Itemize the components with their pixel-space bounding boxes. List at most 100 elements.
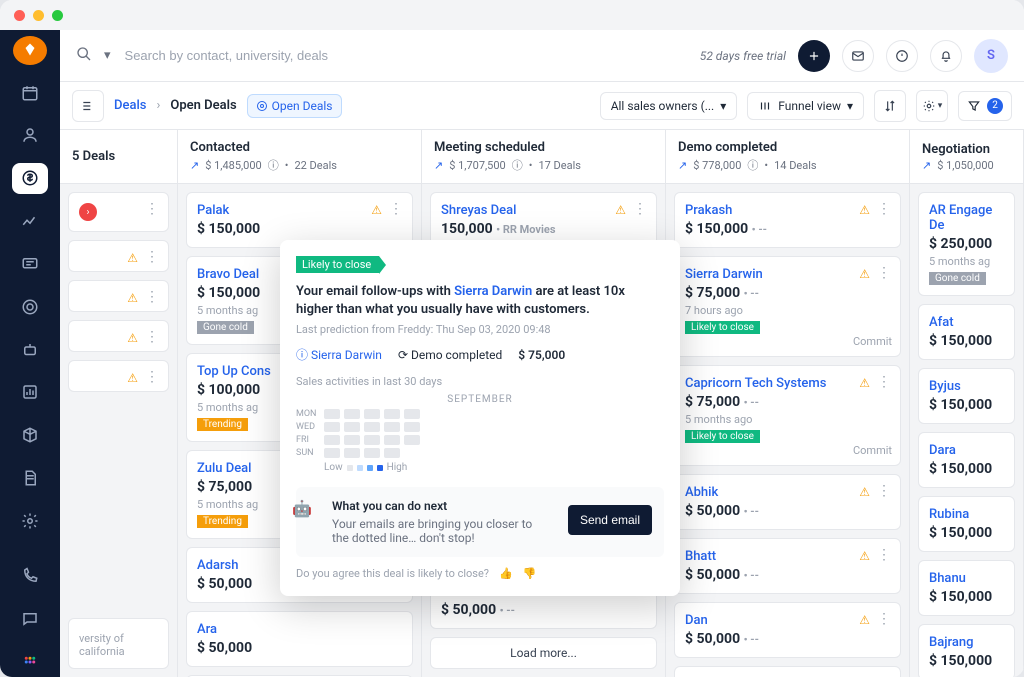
topbar: ▾ 52 days free trial S <box>60 30 1024 82</box>
breadcrumb-separator-icon: › <box>156 98 160 113</box>
send-email-button[interactable]: Send email <box>568 505 652 535</box>
warning-icon: ⚠ <box>127 371 138 385</box>
breadcrumb-deals[interactable]: Deals <box>114 98 146 113</box>
deal-card[interactable]: Ara$ 50,000 <box>186 611 413 667</box>
column-title: Demo completed <box>678 140 897 155</box>
status-tag: Likely to close <box>685 321 760 334</box>
nav-reports[interactable] <box>12 377 48 408</box>
nav-deals[interactable] <box>12 163 48 194</box>
nav-settings[interactable] <box>12 506 48 537</box>
alerts-button[interactable] <box>886 40 918 72</box>
next-text: Your emails are bringing you closer to t… <box>332 517 552 545</box>
window-titlebar <box>0 0 1024 30</box>
nav-phone[interactable] <box>12 560 48 591</box>
nav-messages[interactable] <box>12 603 48 634</box>
deal-card[interactable]: Prakash$ 150,000 • --⚠⋮ <box>674 192 901 248</box>
status-tag: Trending <box>197 418 248 431</box>
warning-icon: ⚠ <box>615 203 626 217</box>
load-more-button[interactable]: Load more... <box>430 637 657 669</box>
card-menu-button[interactable]: ⋮ <box>876 611 892 627</box>
column-count: 5 Deals <box>72 149 165 164</box>
deal-card[interactable]: Capricorn Tech Systems$ 75,000 • --5 mon… <box>674 365 901 466</box>
nav-chats[interactable] <box>12 249 48 280</box>
inbox-button[interactable] <box>842 40 874 72</box>
nav-bot[interactable] <box>12 334 48 365</box>
deal-card[interactable]: Byjus$ 150,000 <box>918 368 1015 424</box>
nav-contacts[interactable] <box>12 120 48 151</box>
deal-card[interactable]: Afat$ 150,000 <box>918 304 1015 360</box>
deal-card[interactable]: ⚠⋮ <box>68 280 169 312</box>
search-input[interactable] <box>123 47 403 64</box>
column-amount: $ 1,485,000 <box>205 159 262 172</box>
owners-dropdown[interactable]: All sales owners (...▾ <box>600 92 738 120</box>
warning-icon: ⚠ <box>127 251 138 265</box>
deal-card[interactable]: Sierra Darwin$ 75,000 • --7 hours agoLik… <box>674 256 901 357</box>
column-title: Negotiation <box>922 142 1011 157</box>
deal-card[interactable]: ⚠⋮ <box>68 320 169 352</box>
nav-products[interactable] <box>12 420 48 451</box>
card-menu-button[interactable]: ⋮ <box>144 369 160 385</box>
popover-headline: Your email follow-ups with Sierra Darwin… <box>296 283 664 319</box>
deal-card[interactable]: ⚠⋮ <box>68 360 169 392</box>
view-dropdown[interactable]: Funnel view▾ <box>747 92 864 120</box>
sort-button[interactable] <box>874 90 906 122</box>
deal-card[interactable]: Rubina$ 150,000 <box>918 496 1015 552</box>
card-menu-button[interactable]: ⋮ <box>144 201 160 217</box>
deal-card[interactable]: ⚠⋮ <box>68 240 169 272</box>
activity-label: Sales activities in last 30 days <box>296 375 664 388</box>
status-tag: Trending <box>197 515 248 528</box>
likely-close-tag: Likely to close <box>296 256 379 273</box>
add-button[interactable] <box>798 40 830 72</box>
card-menu-button[interactable]: ⋮ <box>876 483 892 499</box>
deal-card[interactable]: Dara$ 150,000 <box>918 432 1015 488</box>
filter-button[interactable]: 2 <box>958 91 1012 121</box>
user-avatar[interactable]: S <box>974 39 1008 73</box>
prediction-popover: Likely to close Your email follow-ups wi… <box>280 240 680 596</box>
popover-amount: $ 75,000 <box>518 348 565 362</box>
deal-card[interactable]: Bajrang$ 150,000 <box>918 624 1015 677</box>
deal-card[interactable]: AR Engage De$ 250,0005 months agGone col… <box>918 192 1015 296</box>
card-menu-button[interactable]: ⋮ <box>388 201 404 217</box>
card-menu-button[interactable]: ⋮ <box>876 265 892 281</box>
alert-icon: › <box>79 203 97 221</box>
layout-toggle-button[interactable] <box>72 90 104 122</box>
search-icon[interactable] <box>76 46 92 66</box>
column-title: Meeting scheduled <box>434 140 653 155</box>
warning-icon: ⚠ <box>859 549 870 563</box>
status-tag: Likely to close <box>685 430 760 443</box>
settings-dropdown[interactable]: ▾ <box>916 90 948 122</box>
nav-analytics[interactable] <box>12 206 48 237</box>
card-menu-button[interactable]: ⋮ <box>876 374 892 390</box>
deal-card[interactable]: Bhanu$ 150,000 <box>918 560 1015 616</box>
card-menu-button[interactable]: ⋮ <box>144 289 160 305</box>
deal-card[interactable]: Suhas$ 50,000 <box>674 666 901 677</box>
card-menu-button[interactable]: ⋮ <box>632 201 648 217</box>
card-menu-button[interactable]: ⋮ <box>144 329 160 345</box>
breadcrumb-open-deals: Open Deals <box>170 98 236 113</box>
card-menu-button[interactable]: ⋮ <box>876 201 892 217</box>
deal-card[interactable]: ›⋮ <box>68 192 169 232</box>
column-title: Contacted <box>190 140 409 155</box>
activity-calendar: SEPTEMBER MON WED FRI SUN LowHigh <box>296 394 664 473</box>
contact-link[interactable]: ⓘ Sierra Darwin <box>296 346 382 363</box>
nav-goals[interactable] <box>12 291 48 322</box>
card-menu-button[interactable]: ⋮ <box>876 547 892 563</box>
nav-calendar[interactable] <box>12 77 48 108</box>
open-deals-badge[interactable]: Open Deals <box>247 94 342 118</box>
thumbs-up-button[interactable]: 👍 <box>499 567 513 580</box>
notifications-button[interactable] <box>930 40 962 72</box>
card-menu-button[interactable]: ⋮ <box>144 249 160 265</box>
warning-icon: ⚠ <box>371 203 382 217</box>
thumbs-down-button[interactable]: 👎 <box>523 567 537 580</box>
nav-apps[interactable] <box>12 646 48 677</box>
deal-card[interactable]: Dan$ 50,000 • --⚠⋮ <box>674 602 901 658</box>
deal-card[interactable]: versity of california <box>68 618 169 669</box>
search-dropdown-icon[interactable]: ▾ <box>104 48 111 63</box>
prediction-meta: Last prediction from Freddy: Thu Sep 03,… <box>296 323 664 336</box>
agree-text: Do you agree this deal is likely to clos… <box>296 567 489 580</box>
deal-card[interactable]: Bhatt$ 50,000 • --⚠⋮ <box>674 538 901 594</box>
deal-card[interactable]: Abhik$ 50,000 • --⚠⋮ <box>674 474 901 530</box>
warning-icon: ⚠ <box>127 331 138 345</box>
status-tag: Gone cold <box>197 321 254 334</box>
nav-docs[interactable] <box>12 463 48 494</box>
